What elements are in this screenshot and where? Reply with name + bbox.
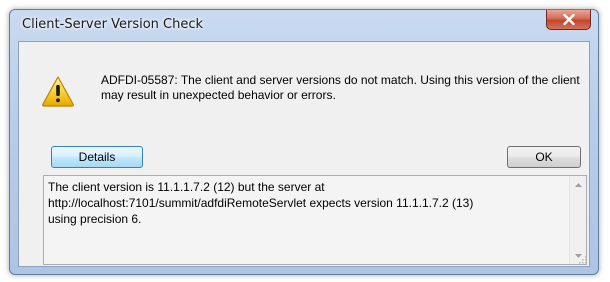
details-textarea[interactable]: The client version is 11.1.1.7.2 (12) bu…: [43, 175, 587, 265]
scroll-up-button[interactable]: [570, 176, 586, 193]
resize-grip-icon[interactable]: [577, 254, 587, 264]
details-text: The client version is 11.1.1.7.2 (12) bu…: [48, 180, 474, 226]
dialog-body: ADFDI-05587: The client and server versi…: [18, 41, 590, 267]
ok-button[interactable]: OK: [507, 146, 581, 168]
message-text: ADFDI-05587: The client and server versi…: [101, 73, 580, 102]
close-button[interactable]: [546, 10, 591, 30]
vertical-scrollbar[interactable]: [569, 176, 586, 264]
details-button[interactable]: Details: [51, 146, 143, 168]
title-bar[interactable]: Client-Server Version Check: [10, 10, 598, 42]
dialog-window: Client-Server Version Check ADFDI-05587:…: [9, 9, 599, 275]
chevron-up-icon: [574, 182, 582, 187]
close-icon: [562, 14, 575, 25]
window-title: Client-Server Version Check: [22, 17, 204, 32]
warning-icon: [42, 76, 74, 107]
